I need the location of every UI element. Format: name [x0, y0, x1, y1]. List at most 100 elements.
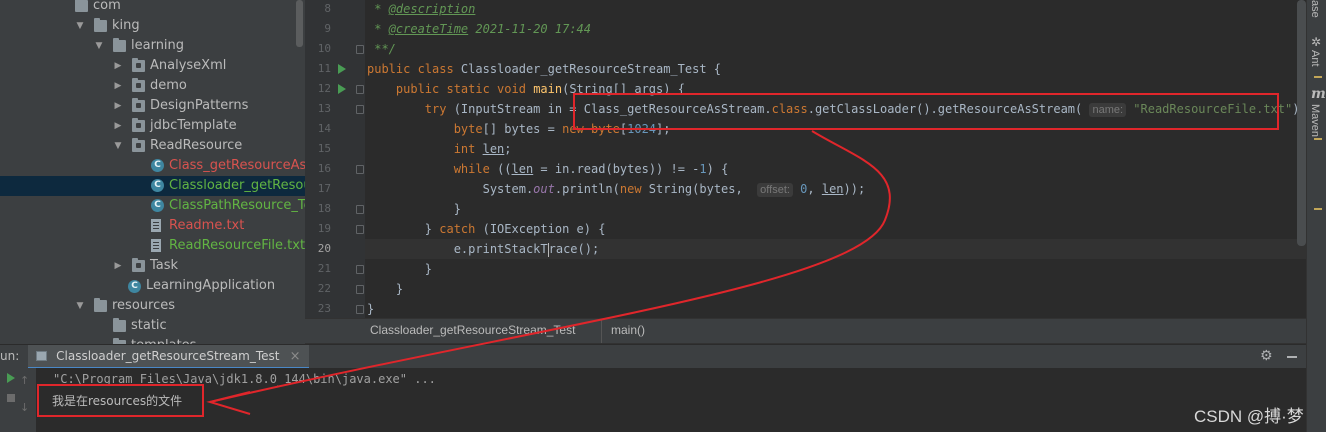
watermark: CSDN @搏·梦 [1194, 407, 1304, 426]
tree-item[interactable]: Readme.txt [0, 216, 305, 236]
tool-marker [1314, 208, 1322, 210]
tree-scrollbar[interactable] [296, 0, 303, 47]
editor-gutter: 8 9 10 11 12 13 14 15 16 17 18 19 20 21 22 23 [305, 0, 365, 318]
line-number: 12 [317, 82, 331, 95]
fold-icon[interactable] [356, 225, 364, 234]
code-editor[interactable]: * @description * @createTime 2021-11-20 … [365, 0, 1306, 318]
fold-icon[interactable] [356, 85, 364, 94]
console-output-line: 我是在resources的文件 [52, 394, 183, 408]
line-number: 13 [317, 102, 331, 115]
code-line: * @createTime 2021-11-20 17:44 [367, 19, 591, 39]
tree-item-label: learning [131, 38, 185, 53]
breadcrumb-class[interactable]: Classloader_getResourceStream_Test [370, 323, 575, 337]
folder-icon [132, 98, 145, 112]
close-icon[interactable]: × [290, 345, 301, 368]
code-token: class [771, 102, 808, 116]
code-token: catch [439, 222, 483, 236]
up-arrow-icon[interactable]: ↑ [20, 374, 29, 387]
code-token: try [424, 102, 454, 116]
breadcrumb-method[interactable]: main() [611, 323, 645, 337]
tree-item-label: Classloader_getResourc [169, 178, 305, 193]
run-panel-header: un: Classloader_getResourceStream_Test ×… [0, 344, 1306, 369]
ant-tool-label[interactable]: Ant [1309, 50, 1321, 67]
gear-icon[interactable]: ⚙ [1260, 348, 1273, 364]
chevron-down-icon[interactable]: ▼ [75, 296, 85, 316]
tree-item[interactable]: ▶ jdbcTemplate [0, 116, 305, 136]
tree-item[interactable]: ▼ resources [0, 296, 305, 316]
chevron-right-icon[interactable]: ▶ [113, 76, 123, 96]
console-command-line: "C:\Program Files\Java\jdk1.8.0_144\bin\… [53, 372, 436, 386]
run-tab-label: Classloader_getResourceStream_Test [56, 349, 280, 363]
code-line: public class Classloader_getResourceStre… [367, 59, 721, 79]
folder-icon [113, 38, 126, 52]
rerun-icon[interactable] [7, 373, 15, 383]
code-token: ; [504, 142, 512, 156]
run-gutter-icon[interactable] [338, 84, 346, 94]
run-gutter-icon[interactable] [338, 64, 346, 74]
code-line: } [367, 279, 403, 299]
chevron-down-icon[interactable]: ▼ [75, 16, 85, 36]
tree-item[interactable]: ▶ demo [0, 76, 305, 96]
line-number: 22 [317, 282, 331, 295]
tree-item-label: Class_getResourceAsStr [169, 158, 305, 173]
tree-item-label: DesignPatterns [150, 98, 249, 113]
code-token: new [619, 182, 649, 196]
tree-item[interactable]: C ClassPathResource_Test [0, 196, 305, 216]
tool-marker [1314, 76, 1322, 78]
code-token: (( [497, 162, 512, 176]
line-number: 20 [317, 242, 331, 255]
fold-icon[interactable] [356, 105, 364, 114]
tree-item[interactable]: com [0, 0, 305, 16]
tree-item[interactable]: ▼ learning [0, 36, 305, 56]
code-token: System. [367, 182, 534, 196]
tree-item-label: LearningApplication [146, 278, 276, 293]
tree-item[interactable]: static [0, 316, 305, 336]
code-token: public static void [395, 82, 534, 96]
maven-tool-label[interactable]: Maven [1309, 104, 1321, 137]
chevron-down-icon[interactable]: ▼ [94, 36, 104, 56]
line-number: 18 [317, 202, 331, 215]
code-token: (String[] args) { [562, 82, 685, 96]
tree-item[interactable]: ▶ DesignPatterns [0, 96, 305, 116]
folder-icon [132, 258, 145, 272]
tree-item[interactable]: C LearningApplication [0, 276, 305, 296]
tree-item[interactable]: ReadResourceFile.txt [0, 236, 305, 256]
tree-item-label: demo [150, 78, 187, 93]
tree-item[interactable]: ▶ AnalyseXml [0, 56, 305, 76]
code-token: [] bytes = [482, 122, 563, 136]
right-tool-strip: ase ✲ Ant m Maven [1306, 0, 1326, 432]
editor-scrollbar[interactable] [1297, 0, 1306, 246]
tab-run-config[interactable]: Classloader_getResourceStream_Test × [28, 345, 309, 369]
chevron-right-icon[interactable]: ▶ [113, 96, 123, 116]
code-token: race(); [548, 242, 600, 256]
fold-icon[interactable] [356, 205, 364, 214]
code-token: len [511, 162, 534, 176]
minimize-icon[interactable] [1287, 356, 1297, 358]
fold-icon[interactable] [356, 285, 364, 294]
tree-item[interactable]: ▼ king [0, 16, 305, 36]
line-number: 23 [317, 302, 331, 315]
stop-icon[interactable] [7, 394, 15, 402]
tree-item[interactable]: ▼ ReadResource [0, 136, 305, 156]
chevron-right-icon[interactable]: ▶ [113, 56, 123, 76]
code-line: System.out.println(new String(bytes, off… [367, 179, 865, 199]
text-file-icon [151, 239, 161, 252]
code-line: try (InputStream in = Class_getResourceA… [367, 99, 1306, 119]
fold-icon[interactable] [356, 45, 364, 54]
tree-item[interactable]: C Classloader_getResourc [0, 176, 305, 196]
database-tool-label[interactable]: ase [1309, 0, 1321, 18]
chevron-down-icon[interactable]: ▼ [113, 136, 123, 156]
maven-icon: m [1311, 86, 1326, 102]
chevron-right-icon[interactable]: ▶ [113, 256, 123, 276]
tree-item[interactable]: ▶ Task [0, 256, 305, 276]
code-line: } [367, 259, 432, 279]
tree-item[interactable]: C Class_getResourceAsStr [0, 156, 305, 176]
chevron-right-icon[interactable]: ▶ [113, 116, 123, 136]
run-console[interactable]: "C:\Program Files\Java\jdk1.8.0_144\bin\… [36, 368, 1306, 432]
fold-icon[interactable] [356, 305, 364, 314]
fold-icon[interactable] [356, 165, 364, 174]
down-arrow-icon[interactable]: ↓ [20, 401, 29, 414]
fold-icon[interactable] [356, 265, 364, 274]
